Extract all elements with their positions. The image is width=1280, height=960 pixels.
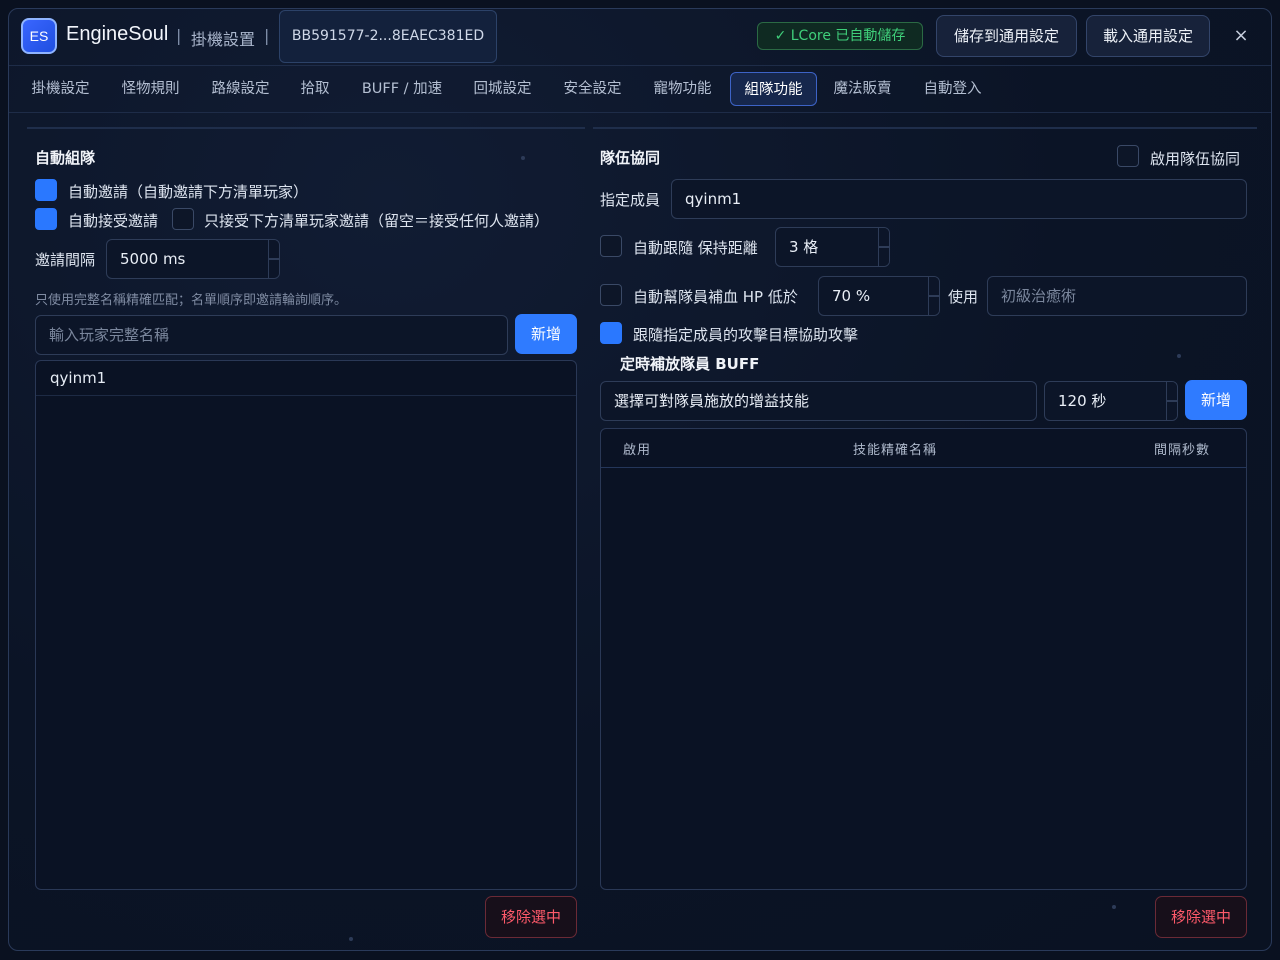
tab-idle-settings[interactable]: 掛機設定 xyxy=(23,72,98,106)
device-id-badge: BB591577-2...8EAEC381ED xyxy=(279,10,497,63)
buff-table[interactable]: 啟用 技能精確名稱 間隔秒數 xyxy=(600,428,1247,890)
title-separator: | xyxy=(176,26,182,45)
load-common-settings-button[interactable]: 載入通用設定 xyxy=(1086,15,1210,57)
title-bar: ES EngineSoul | 掛機設置 | BB591577-2...8EAE… xyxy=(9,9,1271,65)
tab-pet[interactable]: 寵物功能 xyxy=(645,72,720,106)
background-dot xyxy=(349,937,353,941)
heal-use-label: 使用 xyxy=(948,288,979,306)
member-label: 指定成員 xyxy=(600,191,661,209)
auto-invite-label: 自動邀請（自動邀請下方清單玩家） xyxy=(68,183,309,201)
team-coop-title: 隊伍協同 xyxy=(600,149,661,167)
tab-magic-sell[interactable]: 魔法販賣 xyxy=(825,72,900,106)
auto-heal-label: 自動幫隊員補血 HP 低於 xyxy=(633,288,798,306)
tab-safety[interactable]: 安全設定 xyxy=(555,72,630,106)
save-common-settings-button[interactable]: 儲存到通用設定 xyxy=(936,15,1077,57)
buff-interval-input[interactable]: 120 秒 xyxy=(1044,381,1178,421)
window-subtitle: 掛機設置 xyxy=(191,30,256,49)
app-name: EngineSoul xyxy=(66,23,169,45)
auto-heal-checkbox[interactable] xyxy=(600,284,622,306)
list-item[interactable]: qyinm1 xyxy=(36,361,576,396)
assist-attack-checkbox[interactable] xyxy=(600,322,622,344)
tab-bar: 掛機設定 怪物規則 路線設定 拾取 BUFF / 加速 回城設定 安全設定 寵物… xyxy=(9,65,1271,113)
player-list[interactable]: qyinm1 xyxy=(35,360,577,890)
app-window: ES EngineSoul | 掛機設置 | BB591577-2...8EAE… xyxy=(8,8,1272,951)
auto-invite-checkbox[interactable] xyxy=(35,179,57,201)
team-coop-panel: 隊伍協同 啟用隊伍協同 指定成員 qyinm1 自動跟隨 保持距離 3 格 自動… xyxy=(593,127,1257,938)
accept-only-list-label: 只接受下方清單玩家邀請（留空＝接受任何人邀請） xyxy=(204,212,550,230)
assist-attack-label: 跟隨指定成員的攻擊目標協助攻擊 xyxy=(633,326,859,344)
tab-buff-speed[interactable]: BUFF / 加速 xyxy=(353,72,451,106)
close-icon[interactable]: × xyxy=(1231,25,1251,47)
enable-team-coop-label: 啟用隊伍協同 xyxy=(1150,150,1241,168)
match-hint: 只使用完整名稱精確匹配；名單順序即邀請輪詢順序。 xyxy=(35,293,348,308)
col-interval-header: 間隔秒數 xyxy=(1154,443,1211,458)
tab-route-settings[interactable]: 路線設定 xyxy=(203,72,278,106)
add-player-button[interactable]: 新增 xyxy=(515,314,577,354)
player-name-input[interactable]: 輸入玩家完整名稱 xyxy=(35,315,508,355)
tab-return-town[interactable]: 回城設定 xyxy=(465,72,540,106)
buff-section-title: 定時補放隊員 BUFF xyxy=(620,355,760,373)
heal-skill-select[interactable]: 初級治癒術 xyxy=(987,276,1247,316)
autosave-status-badge: ✓ LCore 已自動儲存 xyxy=(757,22,923,50)
remove-selected-buff-button[interactable]: 移除選中 xyxy=(1155,896,1247,938)
invite-interval-input[interactable]: 5000 ms xyxy=(106,239,280,279)
auto-accept-checkbox[interactable] xyxy=(35,208,57,230)
tab-monster-rules[interactable]: 怪物規則 xyxy=(113,72,188,106)
add-buff-button[interactable]: 新增 xyxy=(1185,380,1247,420)
enable-team-coop-checkbox[interactable] xyxy=(1117,145,1139,167)
tab-party[interactable]: 組隊功能 xyxy=(730,72,817,106)
follow-distance-input[interactable]: 3 格 xyxy=(775,227,890,267)
tab-auto-login[interactable]: 自動登入 xyxy=(915,72,990,106)
auto-accept-label: 自動接受邀請 xyxy=(68,212,159,230)
auto-follow-label: 自動跟隨 保持距離 xyxy=(633,239,758,257)
tab-loot[interactable]: 拾取 xyxy=(293,72,337,106)
buff-table-header: 啟用 技能精確名稱 間隔秒數 xyxy=(601,429,1246,468)
auto-follow-checkbox[interactable] xyxy=(600,235,622,257)
auto-party-title: 自動組隊 xyxy=(35,149,96,167)
auto-party-panel: 自動組隊 自動邀請（自動邀請下方清單玩家） 自動接受邀請 只接受下方清單玩家邀請… xyxy=(27,127,585,938)
col-enabled-header: 啟用 xyxy=(623,443,652,458)
heal-hp-threshold-input[interactable]: 70 % xyxy=(818,276,940,316)
title-separator: | xyxy=(264,26,270,45)
col-skill-name-header: 技能精確名稱 xyxy=(853,443,938,458)
accept-only-list-checkbox[interactable] xyxy=(172,208,194,230)
app-logo: ES xyxy=(21,18,57,54)
buff-skill-select[interactable]: 選擇可對隊員施放的增益技能 xyxy=(600,381,1037,421)
remove-selected-player-button[interactable]: 移除選中 xyxy=(485,896,577,938)
member-input[interactable]: qyinm1 xyxy=(671,179,1247,219)
invite-interval-label: 邀請間隔 xyxy=(35,251,96,269)
